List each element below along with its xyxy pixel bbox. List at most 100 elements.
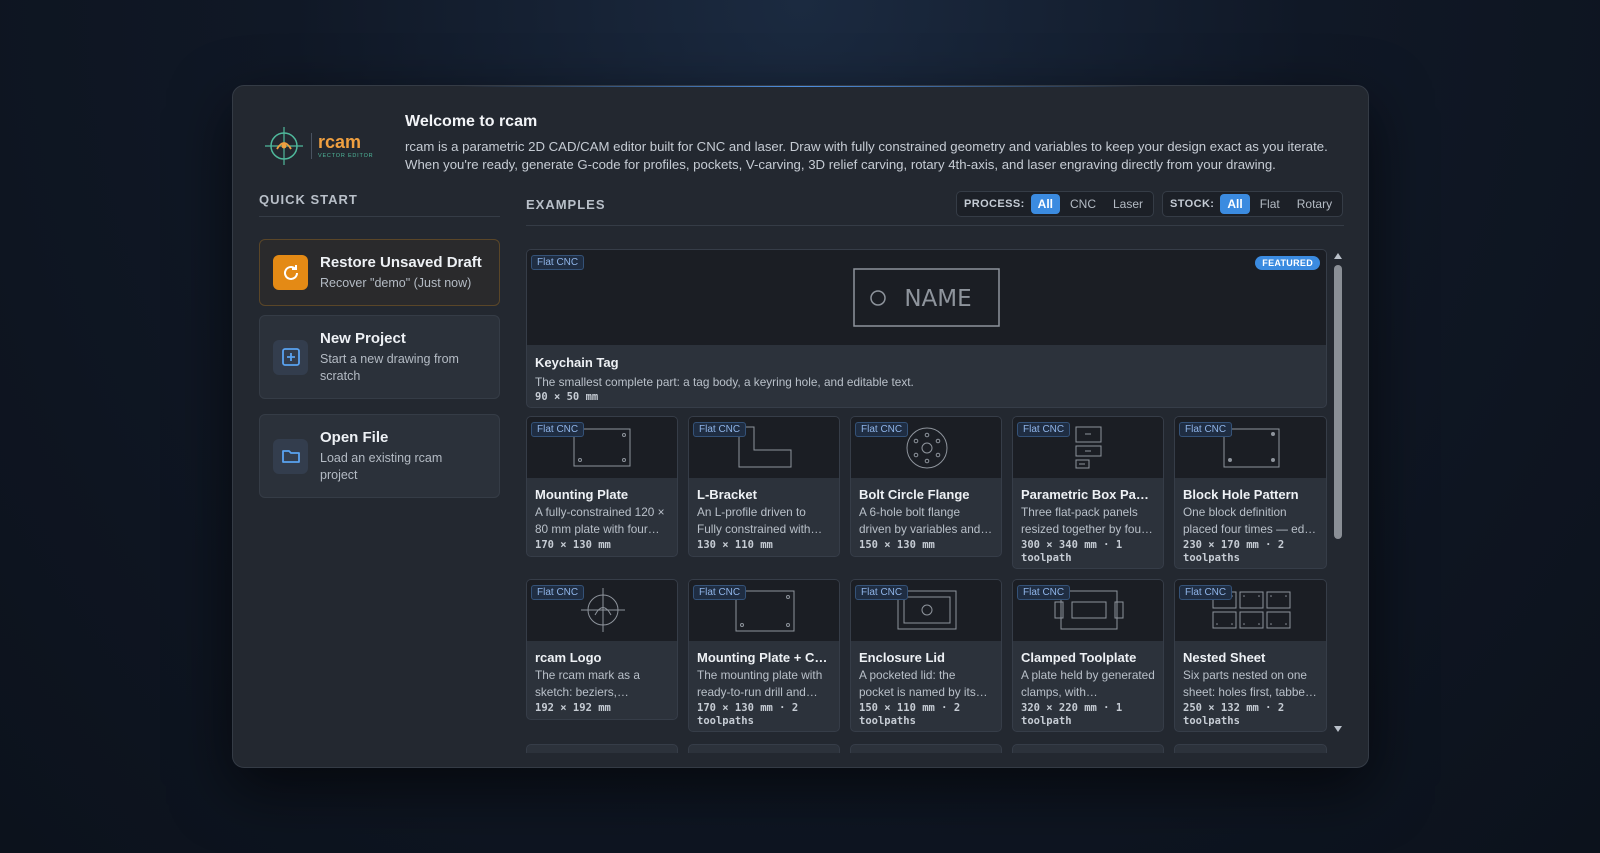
process-filter-laser[interactable]: Laser xyxy=(1106,194,1150,214)
card-badge: Flat CNC xyxy=(1017,585,1071,600)
card-name: Clamped Toolplate xyxy=(1021,650,1137,665)
card-name: Block Hole Pattern xyxy=(1183,487,1299,502)
restore-draft-button[interactable]: Restore Unsaved Draft Recover "demo" (Ju… xyxy=(259,239,500,306)
quick-start-title: QUICK START xyxy=(259,192,358,207)
card-badge: Flat CNC xyxy=(1179,422,1233,437)
card-desc: The smallest complete part: a tag body, … xyxy=(535,375,914,389)
stock-filter-all[interactable]: All xyxy=(1220,194,1250,214)
card-name: Enclosure Lid xyxy=(859,650,945,665)
card-badge: Flat CNC xyxy=(531,422,585,437)
example-card-l-bracket[interactable]: Flat CNC L-Bracket An L-profile driven t… xyxy=(688,416,840,557)
example-card-partial[interactable] xyxy=(688,744,840,753)
card-badge: Flat CNC xyxy=(855,422,909,437)
example-card-partial[interactable] xyxy=(850,744,1002,753)
card-badge: Flat CNC xyxy=(855,585,909,600)
card-desc: A plate held by generated clamps, with… xyxy=(1021,668,1155,699)
stock-filter-rotary[interactable]: Rotary xyxy=(1290,194,1339,214)
card-dims: 300 × 340 mm · 1 toolpath xyxy=(1021,539,1123,564)
card-dims: 150 × 130 mm xyxy=(859,539,935,551)
logo-subtitle: VECTOR EDITOR xyxy=(318,153,374,159)
card-badge: Flat CNC xyxy=(531,585,585,600)
divider xyxy=(259,216,500,217)
card-desc: A 6-hole bolt flange driven by variables… xyxy=(859,505,993,536)
open-file-sub: Load an existing rcam project xyxy=(320,450,443,482)
card-dims: 230 × 170 mm · 2 toolpaths xyxy=(1183,539,1285,564)
card-preview: NAME xyxy=(527,250,1326,345)
example-card-bolt-circle-flange[interactable]: Flat CNC Bolt Circle Flange A 6-hole bol… xyxy=(850,416,1002,557)
card-desc: The mounting plate with ready-to-run dri… xyxy=(697,668,823,699)
process-filter-cnc[interactable]: CNC xyxy=(1063,194,1103,214)
card-name: Bolt Circle Flange xyxy=(859,487,970,502)
card-dims: 150 × 110 mm · 2 toolpaths xyxy=(859,702,961,727)
example-card-mounting-plate[interactable]: Flat CNC Mounting Plate A fully-constrai… xyxy=(526,416,678,557)
card-name: L-Bracket xyxy=(697,487,757,502)
card-desc: A pocketed lid: the pocket is named by i… xyxy=(859,668,988,699)
example-card-nested-sheet[interactable]: Flat CNC Nested Sheet Six parts nested o… xyxy=(1174,579,1327,732)
divider xyxy=(526,225,1344,226)
card-desc: The rcam mark as a sketch: beziers,… xyxy=(535,668,640,699)
restore-draft-label: Restore Unsaved Draft xyxy=(320,253,482,271)
card-dims: 250 × 132 mm · 2 toolpaths xyxy=(1183,702,1285,727)
scroll-down-icon xyxy=(1334,726,1342,732)
card-name: Mounting Plate + C… xyxy=(697,650,828,665)
card-dims: 320 × 220 mm · 1 toolpath xyxy=(1021,702,1123,727)
scroll-up-icon xyxy=(1334,253,1342,259)
rcam-logo-icon xyxy=(265,127,303,165)
restore-icon xyxy=(273,255,308,290)
open-file-label: Open File xyxy=(320,428,389,446)
examples-grid: NAME Flat CNC FEATURED Keychain Tag The … xyxy=(526,249,1327,753)
card-name: Parametric Box Panels xyxy=(1021,487,1155,502)
card-dims: 170 × 130 mm xyxy=(535,539,611,551)
card-desc: One block definition placed four times —… xyxy=(1183,505,1317,536)
example-card-keychain-tag[interactable]: NAME Flat CNC FEATURED Keychain Tag The … xyxy=(526,249,1327,408)
example-card-mounting-plate-cam[interactable]: Flat CNC Mounting Plate + C… The mountin… xyxy=(688,579,840,732)
card-name: rcam Logo xyxy=(535,650,602,665)
card-name: Keychain Tag xyxy=(535,355,619,370)
logo-name: rcam xyxy=(318,132,362,152)
examples-title: EXAMPLES xyxy=(526,197,606,212)
card-badge: Flat CNC xyxy=(693,422,747,437)
scrollbar-thumb[interactable] xyxy=(1334,265,1342,539)
card-badge: Flat CNC xyxy=(693,585,747,600)
preview-text: NAME xyxy=(904,286,971,312)
examples-scrollbar[interactable] xyxy=(1332,249,1344,736)
featured-badge: FEATURED xyxy=(1255,256,1320,270)
open-file-button[interactable]: Open File Load an existing rcam project xyxy=(259,414,500,498)
process-filter-all[interactable]: All xyxy=(1030,194,1060,214)
stock-filter: STOCK: All Flat Rotary xyxy=(1162,191,1344,217)
card-desc: A fully-constrained 120 × 80 mm plate wi… xyxy=(535,505,665,536)
restore-draft-sub: Recover "demo" (Just now) xyxy=(320,275,472,290)
stock-filter-label: STOCK: xyxy=(1170,198,1215,210)
example-card-parametric-box-panels[interactable]: Flat CNC Parametric Box Panels Three fla… xyxy=(1012,416,1164,569)
example-card-partial[interactable] xyxy=(526,744,678,753)
card-desc: Six parts nested on one sheet: holes fir… xyxy=(1183,668,1317,699)
process-filter-label: PROCESS: xyxy=(964,198,1025,210)
new-project-button[interactable]: New Project Start a new drawing from scr… xyxy=(259,315,500,399)
welcome-description: rcam is a parametric 2D CAD/CAM editor b… xyxy=(405,139,1328,172)
process-filter: PROCESS: All CNC Laser xyxy=(956,191,1155,217)
example-card-clamped-toolplate[interactable]: Flat CNC Clamped Toolplate A plate held … xyxy=(1012,579,1164,732)
folder-icon xyxy=(273,438,308,474)
card-desc: Three flat-pack panels resized together … xyxy=(1021,505,1153,536)
card-dims: 90 × 50 mm xyxy=(535,391,599,403)
stock-filter-flat[interactable]: Flat xyxy=(1253,194,1287,214)
card-name: Mounting Plate xyxy=(535,487,629,502)
card-badge: Flat CNC xyxy=(531,255,585,270)
example-card-partial[interactable] xyxy=(1012,744,1164,753)
example-card-partial[interactable] xyxy=(1174,744,1327,753)
new-project-label: New Project xyxy=(320,329,406,347)
card-badge: Flat CNC xyxy=(1017,422,1071,437)
welcome-dialog: rcam VECTOR EDITOR Welcome to rcam rcam … xyxy=(232,85,1369,768)
example-card-rcam-logo[interactable]: Flat CNC rcam Logo The rcam mark as a sk… xyxy=(526,579,678,720)
example-card-block-hole-pattern[interactable]: Flat CNC Block Hole Pattern One block de… xyxy=(1174,416,1327,569)
new-project-sub: Start a new drawing from scratch xyxy=(320,351,459,383)
card-badge: Flat CNC xyxy=(1179,585,1233,600)
keychain-tag-preview: NAME xyxy=(853,268,1000,327)
card-dims: 170 × 130 mm · 2 toolpaths xyxy=(697,702,799,727)
card-desc: An L-profile driven to Fully constrained… xyxy=(697,505,823,536)
example-card-enclosure-lid[interactable]: Flat CNC Enclosure Lid A pocketed lid: t… xyxy=(850,579,1002,732)
plus-square-icon xyxy=(273,339,308,375)
card-name: Nested Sheet xyxy=(1183,650,1266,665)
card-dims: 130 × 110 mm xyxy=(697,539,773,551)
app-logo: rcam VECTOR EDITOR xyxy=(263,122,383,170)
